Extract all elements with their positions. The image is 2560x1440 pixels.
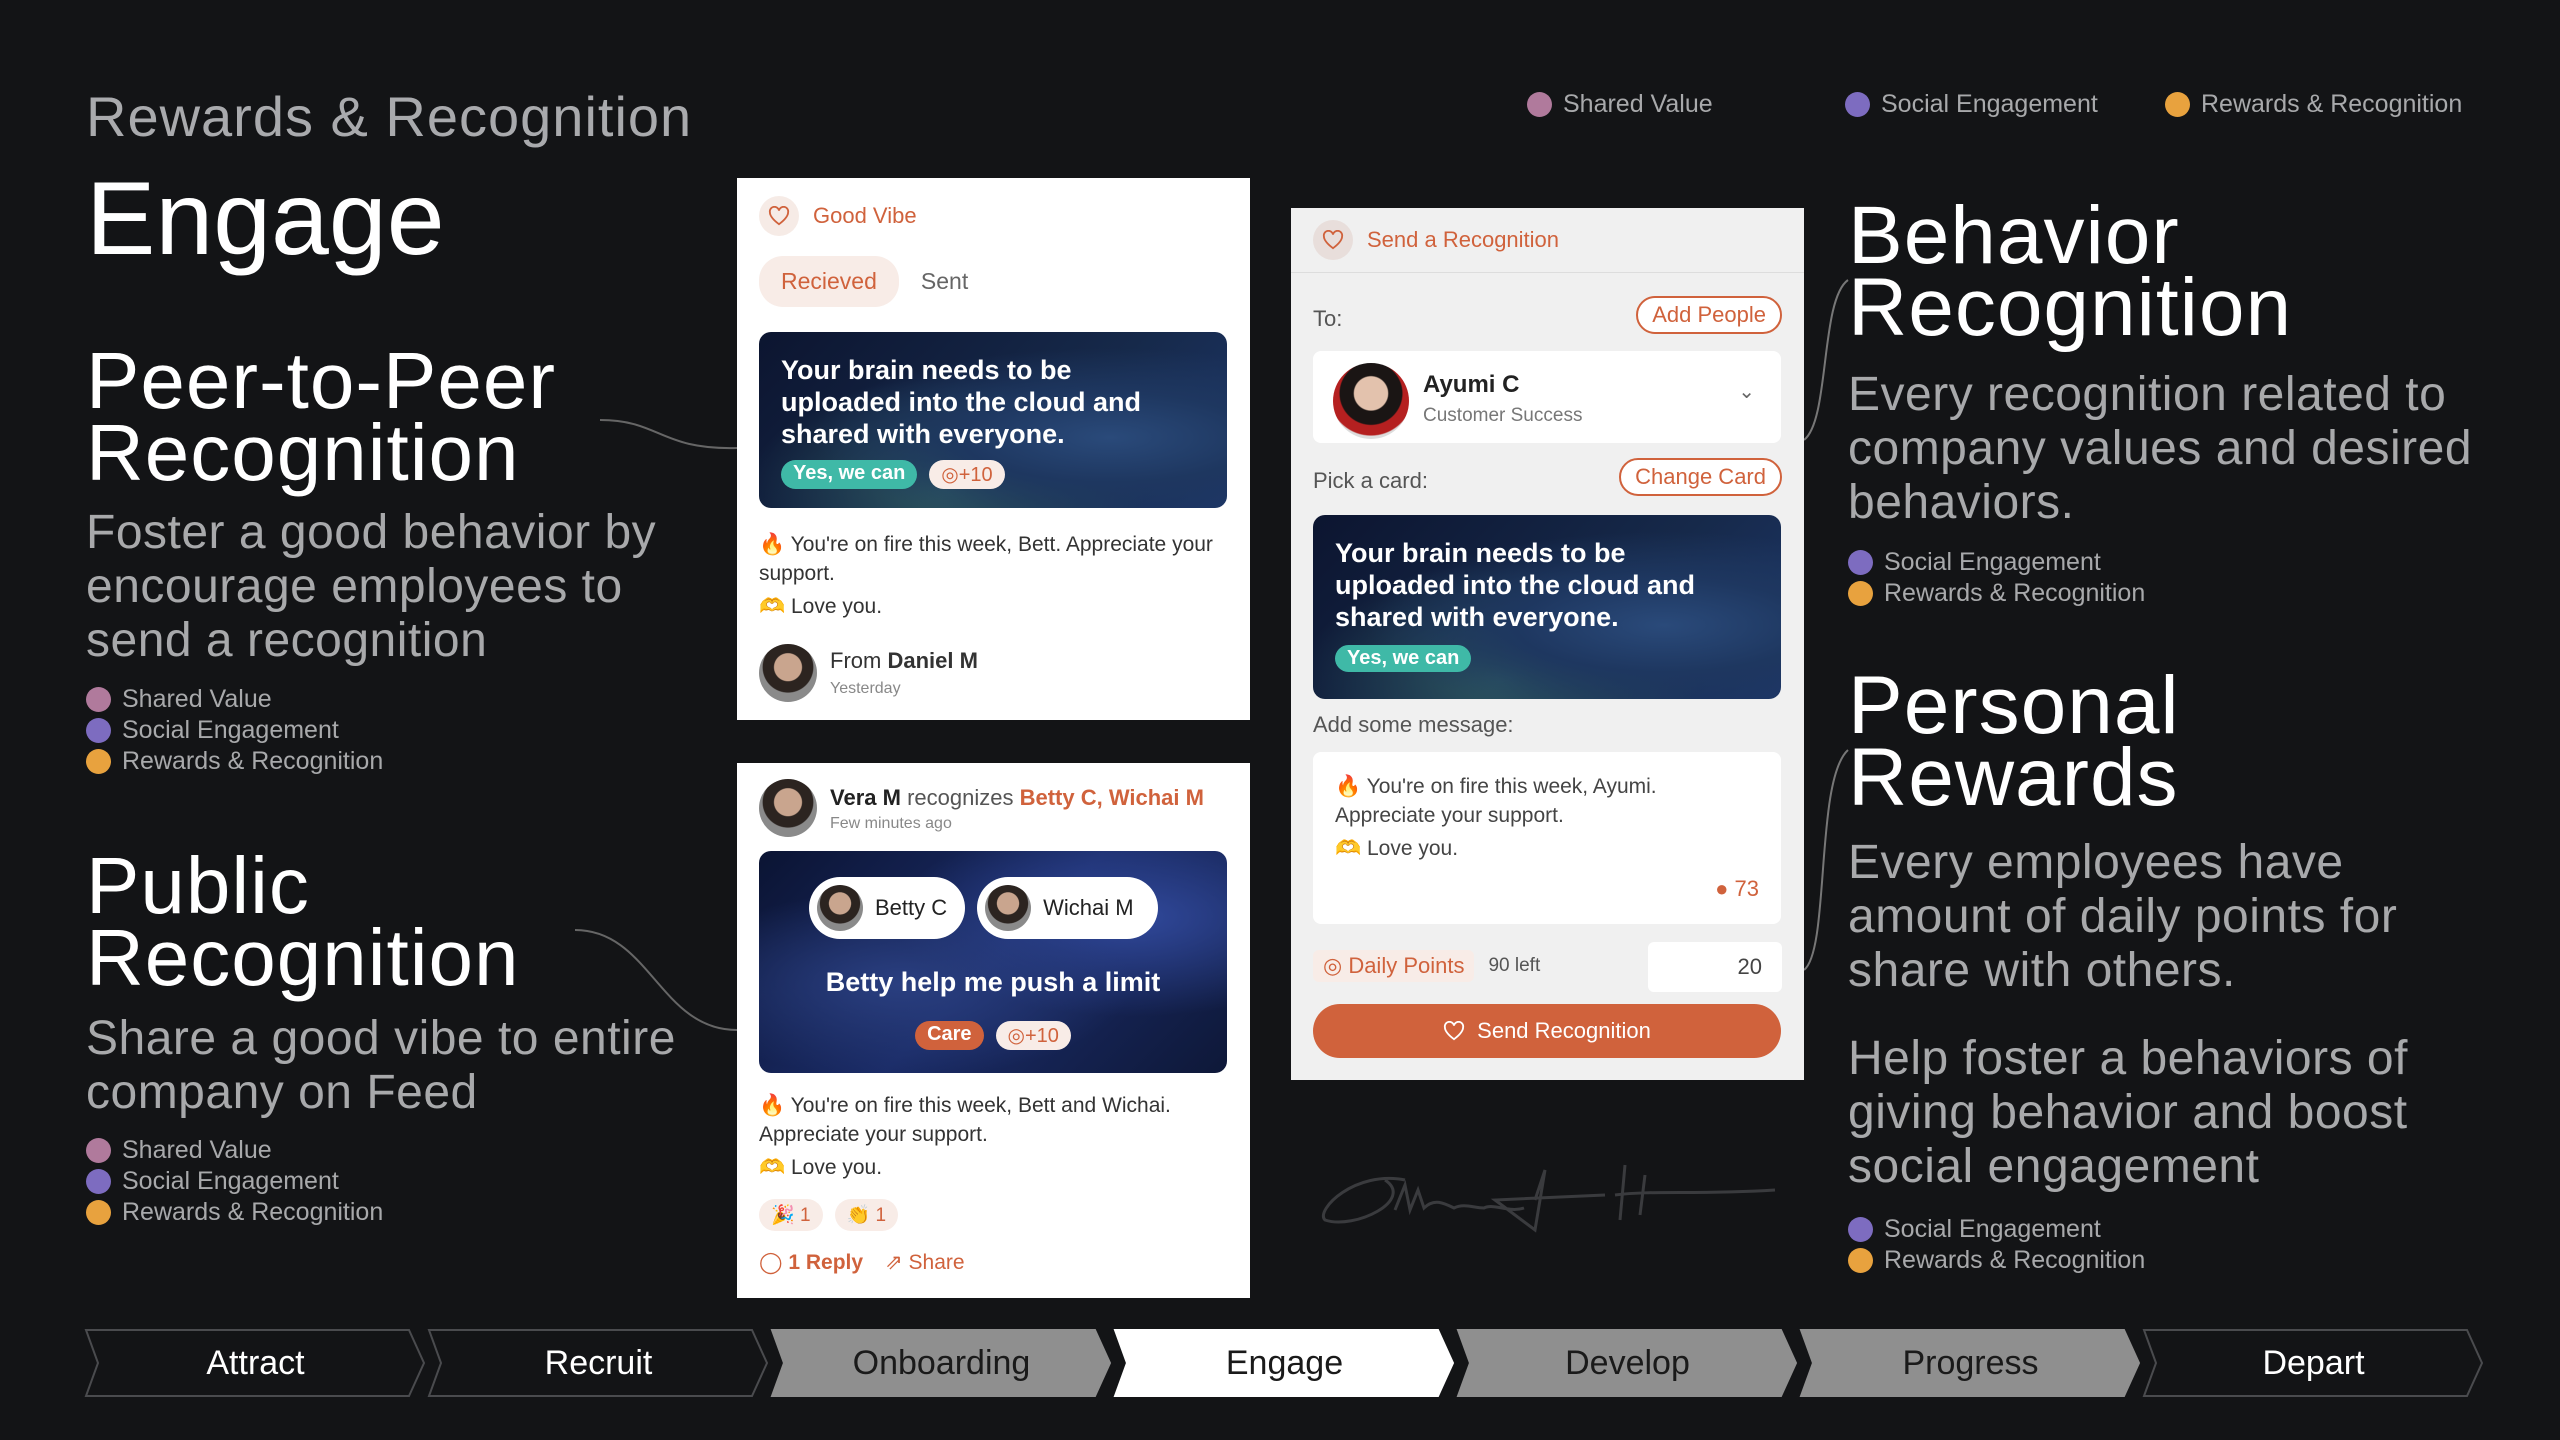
stage-recruit[interactable]: Recruit <box>427 1328 770 1398</box>
reaction-clapping-hands[interactable]: 👏 1 <box>834 1199 899 1231</box>
recognition-card-image: Your brain needs to be uploaded into the… <box>759 332 1227 508</box>
send-recognition-button[interactable]: Send Recognition <box>1313 1004 1781 1058</box>
heart-icon <box>759 196 799 236</box>
public-title: Public Recognition <box>86 841 520 1002</box>
share-icon: ⇗ <box>885 1251 903 1274</box>
panel-title: Send a Recognition <box>1367 227 1560 252</box>
divider <box>1291 272 1804 273</box>
public-desc: Share a good vibe to entire company on F… <box>86 1012 676 1119</box>
peer-desc: Foster a good behavior by encourage empl… <box>86 506 657 667</box>
timestamp: Yesterday <box>830 680 901 697</box>
dot-icon <box>1845 92 1870 117</box>
personal-legend: Social Engagement Rewards & Recognition <box>1848 1214 2145 1276</box>
add-people-button[interactable]: Add People <box>1636 296 1782 334</box>
char-count: ● 73 <box>1715 876 1759 901</box>
stage-label: Engage <box>1225 1343 1344 1382</box>
heart-icon <box>1313 220 1353 260</box>
dot-icon <box>2165 92 2190 117</box>
behavior-title: Behavior Recognition <box>1848 190 2293 353</box>
card-title: Good Vibe <box>813 203 917 228</box>
stage-label: Onboarding <box>852 1343 1031 1382</box>
person-chip[interactable]: Betty C <box>809 877 966 939</box>
personal-desc: Every employees have amount of daily poi… <box>1848 836 2398 997</box>
points-left: 90 left <box>1488 955 1541 976</box>
message-2: 🫶 Love you. <box>759 595 883 618</box>
share-button[interactable]: ⇗ Share <box>885 1250 965 1275</box>
stage-label: Depart <box>2262 1343 2365 1382</box>
reply-button[interactable]: ◯ 1 Reply <box>759 1250 863 1275</box>
behavior-desc: Every recognition related to company val… <box>1848 368 2473 529</box>
lifecycle-stages: Attract Recruit Onboarding Engage Develop Pro… <box>84 1328 2485 1398</box>
chevron-down-icon: ⌄ <box>1738 381 1755 403</box>
stage-label: Recruit <box>544 1343 653 1382</box>
behavior-legend: Social Engagement Rewards & Recognition <box>1848 547 2145 609</box>
stage-label: Attract <box>206 1343 305 1382</box>
message-2: 🫶 Love you. <box>759 1156 883 1179</box>
good-vibe-card: Good Vibe Recieved Sent Your brain needs… <box>737 178 1250 720</box>
author-avatar <box>759 779 817 837</box>
tab-sent[interactable]: Sent <box>921 268 968 295</box>
personal-desc-2: Help foster a behaviors of giving behavi… <box>1848 1032 2408 1193</box>
recipient-avatar <box>1333 363 1409 439</box>
points-badge: ◎+10 <box>995 1021 1071 1050</box>
stage-attract[interactable]: Attract <box>84 1328 427 1398</box>
recipient-select[interactable]: Ayumi C Customer Success ⌄ <box>1313 351 1781 443</box>
stage-engage[interactable]: Engage <box>1113 1328 1456 1398</box>
top-legend-social: Social Engagement <box>1845 90 2098 119</box>
stage-label: Progress <box>1902 1343 2039 1382</box>
top-legend-shared-value: Shared Value <box>1527 90 1713 119</box>
comment-icon: ◯ <box>759 1251 783 1274</box>
value-tag: Care <box>915 1021 984 1050</box>
change-card-button[interactable]: Change Card <box>1619 458 1782 496</box>
post-header: Vera M recognizes Betty C, Wichai M <box>830 785 1204 810</box>
stage-onboarding[interactable]: Onboarding <box>770 1328 1113 1398</box>
personal-title: Personal Rewards <box>1848 660 2180 823</box>
section-kicker: Rewards & Recognition <box>86 85 693 148</box>
public-legend: Shared Value Social Engagement Rewards &… <box>86 1135 383 1228</box>
message: 🔥 You're on fire this week, Bett and Wic… <box>759 1094 1171 1146</box>
peer-legend: Shared Value Social Engagement Rewards &… <box>86 684 383 777</box>
value-tag: Yes, we can <box>781 460 918 489</box>
selected-card[interactable]: Your brain needs to be uploaded into the… <box>1313 515 1781 699</box>
value-tag: Yes, we can <box>1335 645 1472 672</box>
from-line: From Daniel M <box>830 648 978 673</box>
send-recognition-panel: Send a Recognition To: Add People Ayumi … <box>1291 208 1804 1080</box>
recipients-link[interactable]: Betty C, Wichai M <box>1020 785 1204 810</box>
stage-progress[interactable]: Progress <box>1799 1328 2142 1398</box>
message-input[interactable]: 🔥 You're on fire this week, Ayumi. Appre… <box>1313 752 1781 924</box>
daily-points-label: ◎ Daily Points <box>1313 950 1475 982</box>
stage-depart[interactable]: Depart <box>2142 1328 2485 1398</box>
signature <box>1322 1164 1776 1233</box>
feed-card-image: Betty C Wichai M Betty help me push a li… <box>759 851 1227 1073</box>
dot-icon <box>1527 92 1552 117</box>
page-title: Engage <box>86 161 445 277</box>
sender-avatar <box>759 644 817 702</box>
to-label: To: <box>1313 306 1343 331</box>
points-input[interactable]: 20 <box>1648 942 1782 992</box>
stage-label: Develop <box>1565 1343 1690 1382</box>
message: 🔥 You're on fire this week, Bett. Apprec… <box>759 533 1213 585</box>
message-label: Add some message: <box>1313 712 1514 737</box>
points-badge: ◎+10 <box>929 460 1005 489</box>
pick-card-label: Pick a card: <box>1313 468 1428 493</box>
peer-title: Peer-to-Peer Recognition <box>86 336 556 497</box>
timestamp: Few minutes ago <box>830 815 952 832</box>
top-legend-rewards: Rewards & Recognition <box>2165 90 2462 119</box>
reaction-party-popper[interactable]: 🎉 1 <box>759 1199 823 1231</box>
tab-received[interactable]: Recieved <box>759 256 899 307</box>
person-chip[interactable]: Wichai M <box>977 877 1158 939</box>
stage-develop[interactable]: Develop <box>1456 1328 1799 1398</box>
heart-icon <box>1444 1021 1465 1041</box>
feed-post-card: Vera M recognizes Betty C, Wichai M Few … <box>737 763 1250 1298</box>
